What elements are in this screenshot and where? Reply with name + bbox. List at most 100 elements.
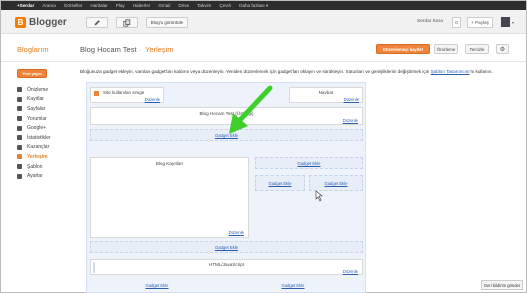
sidebar-item[interactable]: Kazançlar — [17, 143, 51, 153]
edit-link[interactable]: Düzenle — [343, 118, 358, 123]
add-gadget-slot[interactable]: Gadget Ekle — [309, 175, 363, 191]
google-bar-item[interactable]: Drive — [178, 3, 189, 8]
feedback-button[interactable]: Geri bildirim gönder — [481, 280, 523, 290]
add-gadget-link[interactable]: Gadget Ekle — [256, 161, 362, 166]
blogger-header: B Blogger Blog'u görüntüle Serdar Kara 0… — [1, 10, 526, 34]
sidebar-item[interactable]: Ayarlar — [17, 171, 51, 181]
add-gadget-slot[interactable]: Gadget Ekle — [90, 241, 363, 253]
google-bar-item[interactable]: Arama — [42, 3, 56, 8]
html-widget[interactable]: HTML/JavaScript Düzenle — [90, 259, 363, 275]
sidebar-item-icon — [17, 164, 22, 170]
notification-count[interactable]: 0 — [452, 17, 461, 28]
divider — [1, 61, 526, 62]
google-bar-item[interactable]: Çeviri — [219, 3, 231, 8]
clear-button[interactable]: Temizle — [465, 44, 489, 54]
add-gadget-link[interactable]: Gadget Ekle — [117, 283, 197, 288]
sidebar-item-label: Yerleşim — [27, 153, 48, 160]
sidebar-item[interactable]: Önizleme — [17, 85, 51, 95]
header-widget[interactable]: Blog Hocam Test (Üstbilgi) Düzenle — [90, 107, 363, 125]
share-button[interactable]: + Paylaş — [467, 17, 493, 28]
gear-icon: ⚙ — [499, 46, 506, 53]
google-bar-item[interactable]: Gmail — [158, 3, 170, 8]
add-gadget-slot[interactable]: Gadget Ekle — [90, 129, 363, 141]
sidebar-item-label: İstatistikler — [27, 134, 51, 141]
add-gadget-link[interactable]: Gadget Ekle — [91, 245, 362, 250]
add-gadget-slot[interactable]: Gadget Ekle — [255, 175, 305, 191]
blog-name: Blog Hocam Test — [80, 45, 137, 54]
blogger-logo[interactable]: B Blogger — [15, 17, 67, 28]
layout-editor: Site kullanılan simge Düzenle Navbar Düz… — [86, 82, 366, 293]
title-separator: · — [139, 45, 143, 54]
google-bar-item[interactable]: Daha fazlası ▾ — [239, 3, 268, 9]
add-gadget-link[interactable]: Gadget Ekle — [253, 283, 333, 288]
posts-list-button[interactable] — [116, 17, 138, 28]
edit-link[interactable]: Düzenle — [229, 230, 244, 235]
sidebar-item-icon — [17, 154, 22, 160]
sidebar-item[interactable]: Kayıtlar — [17, 95, 51, 105]
sidebar-item-icon — [17, 173, 22, 179]
sidebar-item[interactable]: Yorumlar — [17, 114, 51, 124]
add-gadget-link[interactable]: Gadget Ekle — [91, 133, 362, 138]
sidebar-item[interactable]: Şablon — [17, 162, 51, 172]
sidebar-item-icon — [17, 135, 22, 141]
sidebar-item-icon — [17, 87, 22, 93]
blogger-logo-text: Blogger — [29, 17, 67, 28]
header-widget-title: Blog Hocam Test (Üstbilgi) — [199, 111, 254, 116]
google-bar-item[interactable]: +Serdar — [17, 3, 34, 8]
sidebar-item-label: Yorumlar — [27, 115, 47, 122]
sidebar-item-icon — [17, 144, 22, 150]
edit-link[interactable]: Düzenle — [344, 97, 359, 102]
description-text: Bloğunuza gadget ekleyin, varolan gadget… — [80, 69, 431, 74]
page-section-title[interactable]: Bloglarım — [17, 45, 49, 54]
current-page-title: Yerleşim — [145, 45, 174, 54]
sidebar-item[interactable]: İstatistikler — [17, 133, 51, 143]
copy-icon — [123, 18, 131, 27]
layout-description: Bloğunuza gadget ekleyin, varolan gadget… — [80, 69, 520, 75]
add-gadget-link[interactable]: Gadget Ekle — [310, 181, 362, 186]
google-bar-item[interactable]: Takvim — [197, 3, 211, 8]
google-bar-item[interactable]: Görseller — [64, 3, 83, 8]
favicon-icon — [94, 91, 99, 96]
favicon-widget[interactable]: Site kullanılan simge Düzenle — [90, 87, 164, 103]
google-bar-item[interactable]: Haritalar — [90, 3, 107, 8]
chevron-down-icon[interactable]: ▾ — [512, 20, 514, 25]
navbar-widget[interactable]: Navbar Düzenle — [289, 87, 363, 103]
edit-link[interactable]: Düzenle — [145, 97, 160, 102]
sidebar-item-label: Ayarlar — [27, 173, 43, 180]
sidebar-item[interactable]: Yerleşim — [17, 152, 51, 162]
add-gadget-link[interactable]: Gadget Ekle — [256, 181, 304, 186]
sidebar-item-icon — [17, 96, 22, 102]
template-designer-link[interactable]: Şablon Tasarımcısı — [431, 69, 470, 74]
sidebar-item-label: Kayıtlar — [27, 96, 44, 103]
new-post-button[interactable]: Yeni yayın — [17, 69, 47, 78]
blog-posts-widget-title: Blog Kayıtları — [155, 161, 184, 166]
view-blog-button[interactable]: Blog'u görüntüle — [146, 17, 188, 28]
sidebar-item-icon — [17, 125, 22, 131]
sidebar-item-icon — [17, 106, 22, 112]
sidebar-item-label: Google+ — [27, 125, 47, 132]
sidebar-item[interactable]: Google+ — [17, 123, 51, 133]
user-name[interactable]: Serdar Kara — [417, 19, 443, 24]
sidebar-item[interactable]: Sayfalar — [17, 104, 51, 114]
sidebar-item-label: Kazançlar — [27, 144, 50, 151]
sidebar-item-label: Önizleme — [27, 86, 49, 93]
blogger-logo-icon: B — [15, 17, 26, 28]
save-layout-button[interactable]: Düzenlemeyi kaydet — [376, 44, 430, 54]
html-widget-title: HTML/JavaScript — [208, 262, 245, 267]
google-bar: +Serdar Arama Görseller Haritalar Play Haberl… — [1, 1, 526, 10]
navbar-widget-title: Navbar — [318, 90, 334, 95]
preview-button[interactable]: Önizleme — [434, 44, 458, 54]
blog-title: Blog Hocam Test · Yerleşim — [80, 45, 174, 54]
google-bar-item[interactable]: Haberler — [133, 3, 151, 8]
add-gadget-slot[interactable]: Gadget Ekle — [255, 157, 363, 169]
avatar[interactable] — [501, 17, 510, 27]
sidebar-item-label: Sayfalar — [27, 105, 46, 112]
description-suffix: 'nı kullanın. — [469, 69, 493, 74]
google-bar-item[interactable]: Play — [116, 3, 125, 8]
new-post-pencil-button[interactable] — [86, 17, 108, 28]
blog-posts-widget[interactable]: Blog Kayıtları Düzenle — [90, 157, 249, 238]
edit-link[interactable]: Düzenle — [343, 269, 358, 274]
sidebar-nav: Önizleme Kayıtlar Sayfalar Yorumlar Google+ İ… — [17, 85, 51, 181]
settings-button[interactable]: ⚙ — [496, 44, 509, 54]
sidebar-item-icon — [17, 116, 22, 122]
